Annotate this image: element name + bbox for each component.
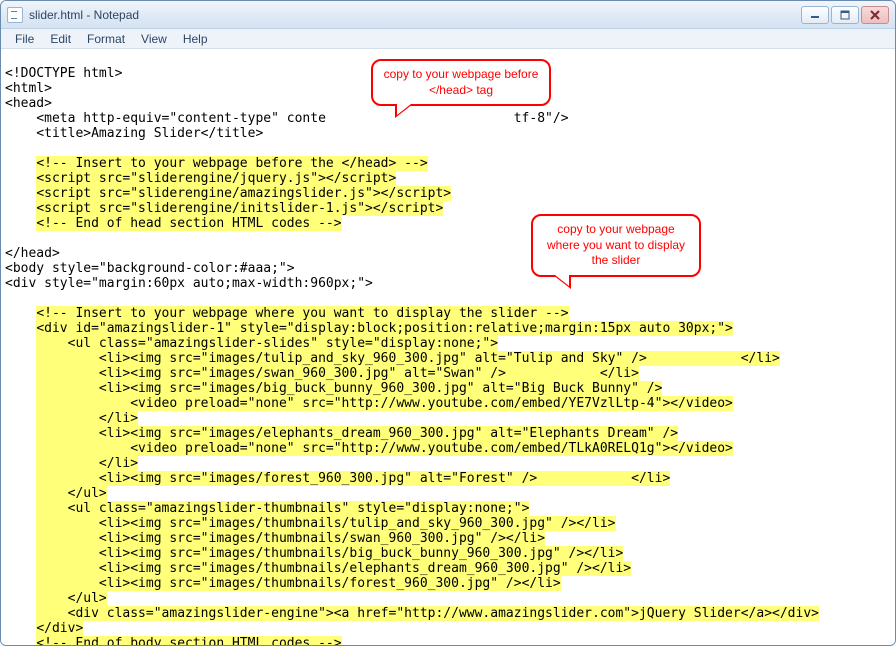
callout-head: copy to your webpage before </head> tag bbox=[371, 59, 551, 106]
highlight-body: </div> bbox=[36, 621, 83, 636]
highlight-body: <li><img src="images/tulip_and_sky_960_3… bbox=[36, 351, 780, 366]
menubar: File Edit Format View Help bbox=[1, 29, 895, 49]
highlight-head: <script src="sliderengine/initslider-1.j… bbox=[36, 201, 443, 216]
code-line: <title>Amazing Slider</title> bbox=[5, 126, 263, 141]
callout-text: copy to your webpage where you want to d… bbox=[547, 222, 685, 267]
maximize-button[interactable] bbox=[831, 6, 859, 24]
highlight-body: </li> bbox=[36, 411, 138, 426]
highlight-head: <script src="sliderengine/jquery.js"></s… bbox=[36, 171, 396, 186]
highlight-body: <video preload="none" src="http://www.yo… bbox=[36, 441, 733, 456]
menu-help[interactable]: Help bbox=[175, 30, 216, 48]
highlight-body: <!-- End of body section HTML codes --> bbox=[36, 636, 341, 645]
menu-format[interactable]: Format bbox=[79, 30, 133, 48]
highlight-body: </ul> bbox=[36, 591, 106, 606]
notepad-window: slider.html - Notepad File Edit Format V… bbox=[0, 0, 896, 646]
code-line: <body style="background-color:#aaa;"> bbox=[5, 261, 295, 276]
highlight-body: <video preload="none" src="http://www.yo… bbox=[36, 396, 733, 411]
code-line: <!DOCTYPE html> bbox=[5, 66, 122, 81]
highlight-body: <!-- Insert to your webpage where you wa… bbox=[36, 306, 568, 321]
text-area[interactable]: <!DOCTYPE html> <html> <head> <meta http… bbox=[1, 49, 895, 645]
minimize-button[interactable] bbox=[801, 6, 829, 24]
highlight-body: <li><img src="images/elephants_dream_960… bbox=[36, 426, 678, 441]
highlight-body: <li><img src="images/thumbnails/forest_9… bbox=[36, 576, 560, 591]
callout-text: copy to your webpage before </head> tag bbox=[384, 67, 539, 97]
highlight-body: </ul> bbox=[36, 486, 106, 501]
highlight-head: <script src="sliderengine/amazingslider.… bbox=[36, 186, 451, 201]
callout-tail-icon bbox=[553, 275, 571, 289]
highlight-head: <!-- End of head section HTML codes --> bbox=[36, 216, 341, 231]
highlight-body: <li><img src="images/forest_960_300.jpg"… bbox=[36, 471, 670, 486]
highlight-body: <div id="amazingslider-1" style="display… bbox=[36, 321, 733, 336]
highlight-body: <ul class="amazingslider-slides" style="… bbox=[36, 336, 498, 351]
highlight-body: <ul class="amazingslider-thumbnails" sty… bbox=[36, 501, 529, 516]
code-line bbox=[5, 141, 36, 156]
highlight-body: <div class="amazingslider-engine"><a hre… bbox=[36, 606, 819, 621]
highlight-body: <li><img src="images/big_buck_bunny_960_… bbox=[36, 381, 662, 396]
code-line: <div style="margin:60px auto;max-width:9… bbox=[5, 276, 373, 291]
highlight-body: <li><img src="images/thumbnails/big_buck… bbox=[36, 546, 623, 561]
highlight-body: <li><img src="images/thumbnails/swan_960… bbox=[36, 531, 545, 546]
highlight-body: <li><img src="images/thumbnails/elephant… bbox=[36, 561, 631, 576]
notepad-icon bbox=[7, 7, 23, 23]
code-line: <head> bbox=[5, 96, 52, 111]
menu-file[interactable]: File bbox=[7, 30, 42, 48]
menu-edit[interactable]: Edit bbox=[42, 30, 79, 48]
titlebar[interactable]: slider.html - Notepad bbox=[1, 1, 895, 29]
close-button[interactable] bbox=[861, 6, 889, 24]
code-line: <html> bbox=[5, 81, 52, 96]
callout-tail-icon bbox=[395, 104, 413, 118]
window-title: slider.html - Notepad bbox=[29, 8, 139, 22]
highlight-body: <li><img src="images/thumbnails/tulip_an… bbox=[36, 516, 615, 531]
highlight-head: <!-- Insert to your webpage before the <… bbox=[36, 156, 427, 171]
highlight-body: </li> bbox=[36, 456, 138, 471]
highlight-body: <li><img src="images/swan_960_300.jpg" a… bbox=[36, 366, 639, 381]
callout-body: copy to your webpage where you want to d… bbox=[531, 214, 701, 277]
code-line: </head> bbox=[5, 246, 60, 261]
menu-view[interactable]: View bbox=[133, 30, 175, 48]
code-line: <meta http-equiv="content-type" conte tf… bbox=[5, 111, 569, 126]
